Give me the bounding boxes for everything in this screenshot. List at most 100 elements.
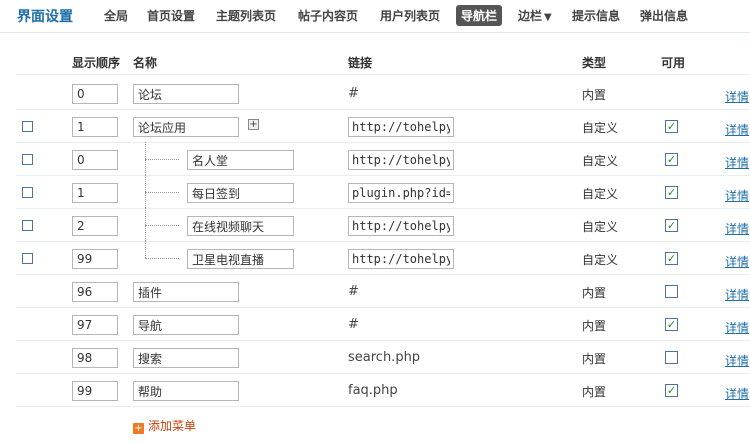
available-checkbox[interactable] [665,351,678,364]
tree-branch [145,225,179,226]
row-select-checkbox[interactable] [22,253,33,264]
tab-label: 边栏 [518,9,543,23]
type-label: 内置 [582,319,607,333]
tab-2[interactable]: 主题列表页 [216,7,276,24]
available-checkbox[interactable]: ✓ [665,120,678,133]
tab-label: 提示信息 [572,9,621,23]
link-text: faq.php [348,383,398,398]
row-select-checkbox[interactable] [22,154,33,165]
name-input[interactable] [187,249,294,269]
tab-5[interactable]: 导航栏 [456,5,503,26]
tab-6[interactable]: 边栏 ▼ [518,7,552,24]
link-input[interactable] [348,249,454,269]
name-input[interactable] [133,315,239,335]
detail-link[interactable]: 详情 [725,154,749,171]
header-type: 类型 [582,56,607,70]
add-menu-button[interactable]: + 添加菜单 [133,417,196,434]
detail-link[interactable]: 详情 [725,253,749,270]
available-checkbox[interactable] [665,285,678,298]
table-row: 自定义 ✓ 详情 [16,142,750,176]
table-row: 自定义 ✓ 详情 [16,241,750,275]
display-order-input[interactable] [72,150,118,170]
name-input[interactable] [133,84,239,104]
detail-link[interactable]: 详情 [725,88,749,105]
tree-branch [145,258,179,259]
display-order-input[interactable] [72,282,118,302]
table-row: + 自定义 ✓ 详情 [16,109,750,143]
tab-4[interactable]: 用户列表页 [380,7,440,24]
tab-label: 导航栏 [461,9,498,23]
page-title: 界面设置 [17,9,73,25]
link-input[interactable] [348,150,454,170]
name-input[interactable] [187,183,294,203]
display-order-input[interactable] [72,117,118,137]
header-link: 链接 [348,56,373,70]
tree-branch [145,159,179,160]
display-order-input[interactable] [72,381,118,401]
available-checkbox[interactable]: ✓ [665,219,678,232]
tab-8[interactable]: 弹出信息 [640,7,688,24]
name-input[interactable] [133,282,239,302]
name-input[interactable] [187,150,294,170]
tab-label: 用户列表页 [380,9,441,23]
header-divider [16,74,750,75]
plus-square-icon[interactable]: + [248,119,259,130]
tab-3[interactable]: 帖子内容页 [298,7,358,24]
tab-0[interactable]: 全局 [104,7,128,24]
available-checkbox[interactable]: ✓ [665,318,678,331]
detail-link[interactable]: 详情 [725,319,749,336]
available-checkbox[interactable]: ✓ [665,252,678,265]
row-select-checkbox[interactable] [22,121,33,132]
link-input[interactable] [348,117,454,137]
available-checkbox[interactable]: ✓ [665,153,678,166]
row-select-checkbox[interactable] [22,187,33,198]
display-order-input[interactable] [72,84,118,104]
display-order-input[interactable] [72,348,118,368]
tree-line [145,241,146,258]
tab-label: 主题列表页 [216,9,277,23]
table-row: # 内置 详情 [16,274,750,308]
type-label: 自定义 [582,121,619,135]
name-input[interactable] [133,348,239,368]
tree-branch [145,192,179,193]
available-checkbox[interactable]: ✓ [665,384,678,397]
available-checkbox[interactable]: ✓ [665,186,678,199]
name-input[interactable] [133,381,239,401]
header-available: 可用 [661,56,686,70]
link-input[interactable] [348,183,454,203]
detail-link[interactable]: 详情 [725,352,749,369]
link-text: # [348,284,359,299]
detail-link[interactable]: 详情 [725,385,749,402]
name-input[interactable] [187,216,294,236]
header-name: 名称 [133,56,158,70]
display-order-input[interactable] [72,216,118,236]
plus-icon: + [133,423,144,434]
type-label: 自定义 [582,253,619,267]
name-input[interactable] [133,117,239,137]
link-text: # [348,86,359,101]
type-label: 自定义 [582,187,619,201]
tab-label: 全局 [104,9,129,23]
table-row: # 内置 ✓ 详情 [16,307,750,341]
header-order: 显示顺序 [72,56,121,70]
display-order-input[interactable] [72,249,118,269]
type-label: 自定义 [582,220,619,234]
link-input[interactable] [348,216,454,236]
tab-7[interactable]: 提示信息 [572,7,620,24]
display-order-input[interactable] [72,183,118,203]
display-order-input[interactable] [72,315,118,335]
detail-link[interactable]: 详情 [725,121,749,138]
type-label: 内置 [582,286,607,300]
tab-1[interactable]: 首页设置 [147,7,195,24]
detail-link[interactable]: 详情 [725,220,749,237]
table-row: 自定义 ✓ 详情 [16,175,750,209]
tab-label: 帖子内容页 [298,9,359,23]
table-row: faq.php 内置 ✓ 详情 [16,373,750,407]
detail-link[interactable]: 详情 [725,286,749,303]
chevron-down-icon: ▼ [544,12,552,23]
tab-label: 首页设置 [147,9,196,23]
type-label: 自定义 [582,154,619,168]
row-select-checkbox[interactable] [22,220,33,231]
add-menu-label: 添加菜单 [148,419,197,433]
detail-link[interactable]: 详情 [725,187,749,204]
